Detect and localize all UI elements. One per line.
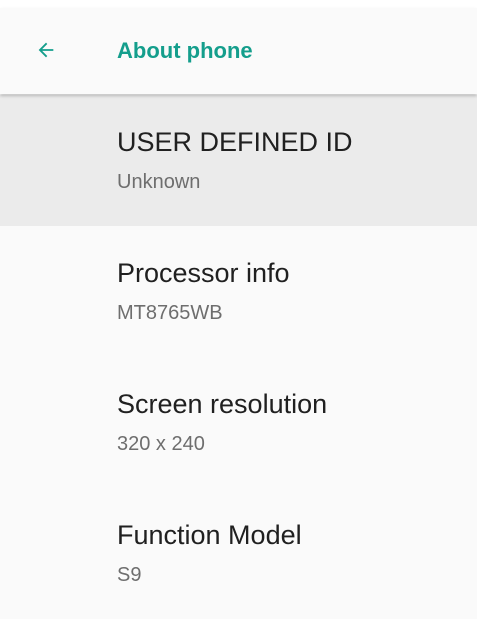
status-bar-edge	[0, 0, 477, 8]
list-item-summary: S9	[117, 564, 142, 586]
list-item-summary: MT8765WB	[117, 302, 223, 324]
list-item-title: USER DEFINED ID	[117, 127, 353, 157]
page-title: About phone	[117, 38, 253, 63]
list-item-title: Processor info	[117, 258, 290, 288]
list-item-title: Screen resolution	[117, 389, 328, 419]
arrow-back-icon	[38, 42, 54, 58]
list-item-summary: 320 x 240	[117, 433, 205, 455]
list-item-screen-resolution[interactable]: Screen resolution 320 x 240	[0, 357, 477, 488]
list-item-title: Function Model	[117, 520, 302, 550]
about-phone-list: USER DEFINED ID Unknown Processor info M…	[0, 95, 477, 619]
app-bar: About phone	[0, 8, 477, 94]
list-item-summary: Unknown	[117, 171, 201, 193]
list-item-function-model[interactable]: Function Model S9	[0, 488, 477, 619]
list-item-user-defined-id[interactable]: USER DEFINED ID Unknown	[0, 95, 477, 226]
settings-screen: About phone USER DEFINED ID Unknown Proc…	[0, 0, 477, 608]
back-button[interactable]	[28, 32, 64, 68]
list-item-processor-info[interactable]: Processor info MT8765WB	[0, 226, 477, 357]
